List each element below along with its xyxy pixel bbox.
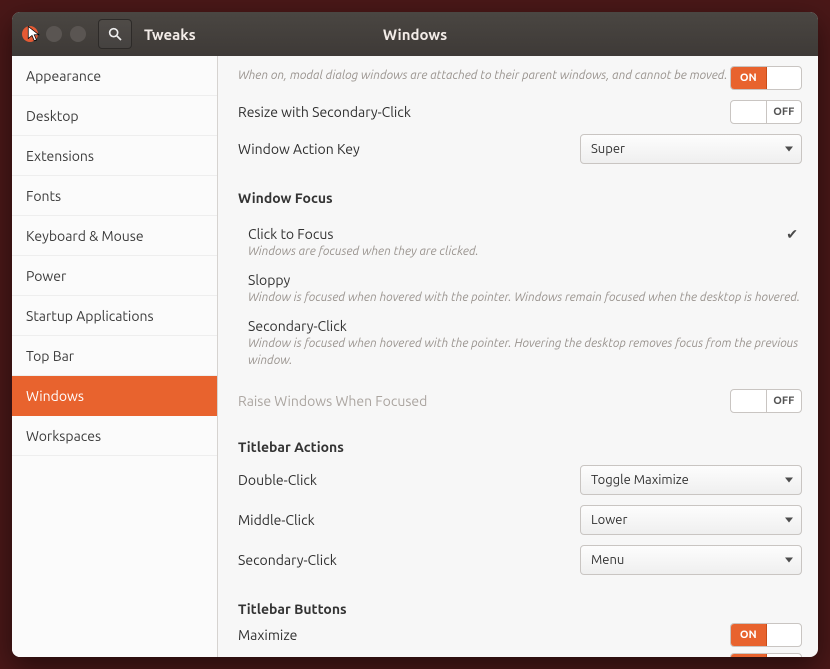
sidebar: Appearance Desktop Extensions Fonts Keyboard… [12,56,218,657]
maximize-button-toggle[interactable]: ON OFF [730,623,802,647]
main-panel: When on, modal dialog windows are attach… [218,56,818,657]
focus-option[interactable]: Secondary-Click Window is focused when ho… [238,312,802,374]
toggle-off-label: OFF [766,390,802,412]
sidebar-item-workspaces[interactable]: Workspaces [12,416,217,456]
chevron-down-icon [785,477,793,482]
titlebar-action-combo[interactable]: Toggle Maximize [580,465,802,495]
toggle-on-label: ON [731,624,767,646]
sidebar-item-startup-applications[interactable]: Startup Applications [12,296,217,336]
toggle-off-label: OFF [767,624,802,646]
titlebar: Tweaks Windows [12,12,818,56]
minimize-icon[interactable] [46,26,62,42]
focus-option-desc: Window is focused when hovered with the … [248,290,802,306]
sidebar-item-label: Startup Applications [26,308,154,324]
sidebar-item-label: Fonts [26,188,61,204]
sidebar-item-label: Extensions [26,148,94,164]
combo-value: Toggle Maximize [591,473,689,487]
window-controls [12,26,86,42]
sidebar-item-appearance[interactable]: Appearance [12,56,217,96]
sidebar-item-desktop[interactable]: Desktop [12,96,217,136]
focus-option-desc: Windows are focused when they are clicke… [248,244,802,260]
sidebar-item-label: Desktop [26,108,79,124]
search-icon [107,26,123,42]
maximize-icon[interactable] [70,26,86,42]
sidebar-item-extensions[interactable]: Extensions [12,136,217,176]
app-title: Tweaks [144,26,196,43]
sidebar-item-label: Appearance [26,68,101,84]
titlebar-action-label: Secondary-Click [238,552,337,568]
minimize-button-toggle[interactable]: ON OFF [730,653,802,657]
window-focus-heading: Window Focus [238,190,802,206]
raise-on-focus-toggle[interactable]: ON OFF [730,389,802,413]
toggle-on-label: ON [731,390,766,412]
titlebar-buttons-heading: Titlebar Buttons [238,601,802,617]
resize-secondary-label: Resize with Secondary-Click [238,104,411,120]
titlebar-action-combo[interactable]: Lower [580,505,802,535]
toggle-off-label: OFF [766,101,802,123]
resize-secondary-toggle[interactable]: ON OFF [730,100,802,124]
chevron-down-icon [785,147,793,152]
focus-option-title: Click to Focus [248,226,802,242]
sidebar-item-power[interactable]: Power [12,256,217,296]
focus-option[interactable]: Click to Focus Windows are focused when t… [238,220,802,266]
raise-on-focus-label: Raise Windows When Focused [238,393,427,409]
combo-value: Super [591,142,625,156]
sidebar-item-label: Workspaces [26,428,101,444]
sidebar-item-label: Windows [26,388,84,404]
focus-option-desc: Window is focused when hovered with the … [248,336,802,368]
sidebar-item-keyboard-mouse[interactable]: Keyboard & Mouse [12,216,217,256]
sidebar-item-label: Keyboard & Mouse [26,228,144,244]
sidebar-item-label: Top Bar [26,348,74,364]
focus-option[interactable]: Sloppy Window is focused when hovered wit… [238,266,802,312]
combo-value: Menu [591,553,624,567]
combo-value: Lower [591,513,627,527]
body: Appearance Desktop Extensions Fonts Keyboard… [12,56,818,657]
toggle-off-label: OFF [767,654,802,657]
sidebar-item-fonts[interactable]: Fonts [12,176,217,216]
chevron-down-icon [785,517,793,522]
sidebar-item-top-bar[interactable]: Top Bar [12,336,217,376]
focus-option-title: Sloppy [248,272,802,288]
attach-modal-subtext: When on, modal dialog windows are attach… [238,68,730,84]
maximize-button-label: Maximize [238,627,297,643]
titlebar-action-combo[interactable]: Menu [580,545,802,575]
toggle-on-label: ON [731,67,767,89]
focus-option-title: Secondary-Click [248,318,802,334]
close-icon[interactable] [22,26,38,42]
panel-title: Windows [383,26,447,43]
window-action-key-label: Window Action Key [238,141,360,157]
toggle-on-label: ON [731,101,766,123]
window-action-key-combo[interactable]: Super [580,134,802,164]
sidebar-item-windows[interactable]: Windows [12,376,217,416]
titlebar-actions-heading: Titlebar Actions [238,439,802,455]
check-icon: ✔ [786,226,798,243]
search-button[interactable] [98,19,132,49]
chevron-down-icon [785,557,793,562]
toggle-on-label: ON [731,654,767,657]
sidebar-item-label: Power [26,268,66,284]
app-window: Tweaks Windows Appearance Desktop Extensio… [12,12,818,657]
titlebar-action-label: Middle-Click [238,512,315,528]
attach-modal-toggle[interactable]: ON OFF [730,66,802,90]
titlebar-action-label: Double-Click [238,472,317,488]
toggle-off-label: OFF [767,67,802,89]
